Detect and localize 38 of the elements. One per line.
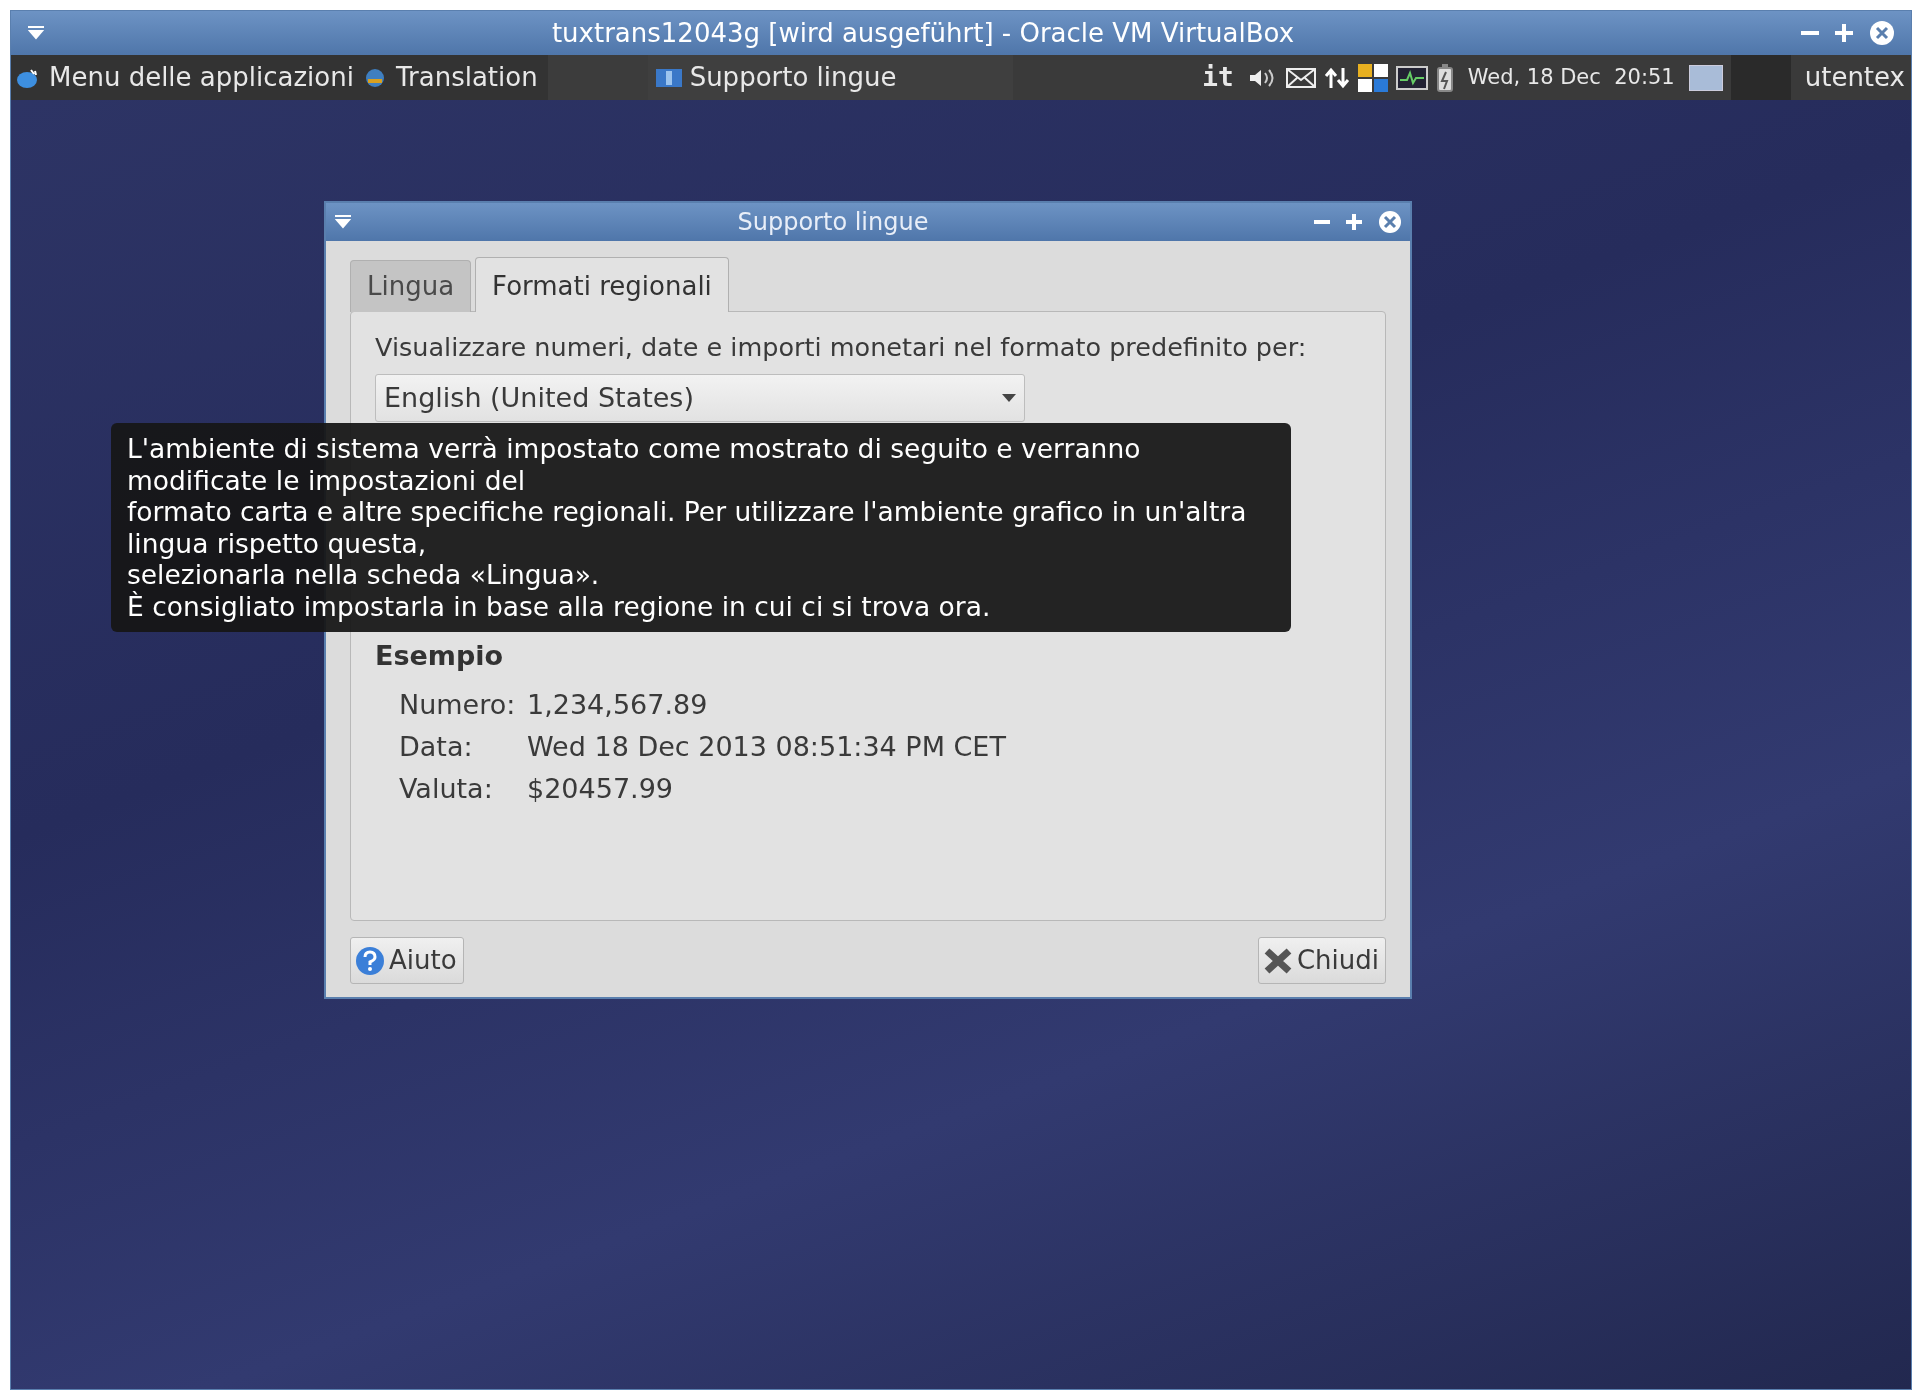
system-monitor-icon[interactable] <box>1395 65 1428 90</box>
format-dropdown[interactable]: English (United States) <box>375 374 1025 423</box>
keyboard-layout-indicator[interactable]: it <box>1196 58 1240 97</box>
maximize-icon[interactable] <box>1835 24 1853 42</box>
flag-icon <box>655 68 682 87</box>
tooltip: L'ambiente di sistema verrà impostato come mostrato di seguito e verranno modificate le impostazioni del formato carta e altre specifiche regionali. Per utilizzare l'ambiente grafico in un'altra lingua rispetto questa, selezionarla nella scheda «Lingua». È consigliato impostarla in base alla regione in cui ci si trova ora. <box>111 423 1291 632</box>
close-button[interactable]: Chiudi <box>1257 937 1386 984</box>
help-button[interactable]: Aiuto <box>350 937 464 984</box>
caret-icon <box>1002 394 1016 403</box>
window-menu-icon[interactable] <box>27 25 45 41</box>
workspace-button[interactable] <box>1688 64 1723 91</box>
workspace-switcher-icon[interactable] <box>1357 63 1388 92</box>
tab[interactable]: Formati regionali <box>475 257 729 312</box>
tab[interactable]: Lingua <box>350 260 472 312</box>
dialog-title: Supporto lingue <box>736 207 930 238</box>
clock[interactable]: Wed, 18 Dec 20:51 <box>1461 61 1681 94</box>
close-icon[interactable] <box>1378 210 1402 234</box>
description-label: Visualizzare numeri, date e importi monetari nel formato predefinito per: <box>375 331 1308 364</box>
example-heading: Esempio <box>375 639 505 674</box>
example-value: $20457.99 <box>527 771 673 806</box>
user-name[interactable]: utentex <box>1798 58 1911 97</box>
globe-icon <box>363 66 386 89</box>
app-menu-button[interactable]: Menu delle applicazioni <box>43 58 360 97</box>
example-value: 1,234,567.89 <box>527 687 708 722</box>
help-icon <box>355 945 385 976</box>
battery-icon[interactable] <box>1435 63 1454 92</box>
example-label: Data: <box>399 729 474 764</box>
mail-icon[interactable] <box>1285 66 1316 89</box>
example-label: Valuta: <box>399 771 494 806</box>
close-icon <box>1262 946 1293 975</box>
close-icon[interactable] <box>1869 20 1895 46</box>
launcher-button[interactable]: Translation <box>389 58 544 97</box>
window-menu-icon[interactable] <box>334 214 352 230</box>
example-value: Wed 18 Dec 2013 08:51:34 PM CET <box>527 729 1006 764</box>
example-label: Numero: <box>399 687 517 722</box>
window-title: tuxtrans12043g [wird ausgeführt] - Oracle VM VirtualBox <box>550 16 1296 50</box>
maximize-icon[interactable] <box>1346 214 1362 230</box>
network-arrows-icon[interactable] <box>1323 65 1350 90</box>
